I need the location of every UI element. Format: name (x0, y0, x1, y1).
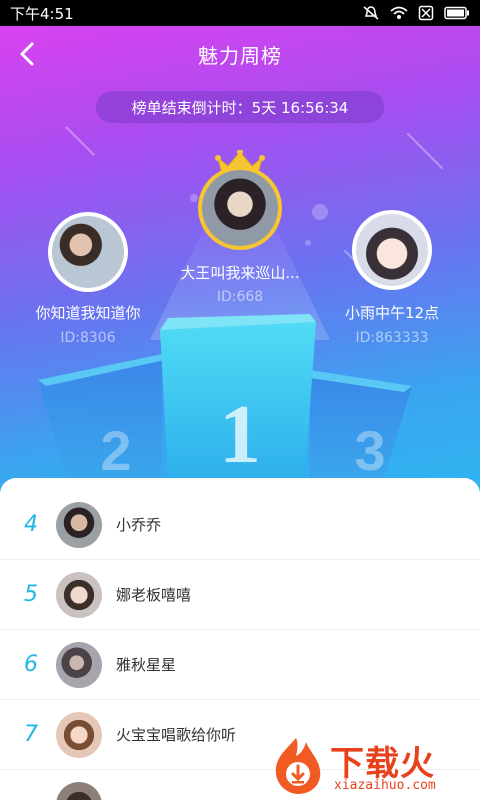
podium-label-2: 2 (100, 419, 131, 482)
top2-id: ID:8306 (60, 330, 116, 346)
top3-name: 小雨中午12点 (344, 304, 440, 322)
sparkle-dot (190, 194, 198, 202)
avatar (56, 711, 102, 758)
top3-avatar-photo (356, 214, 428, 286)
sparkle-line (65, 126, 95, 156)
battery-icon (444, 6, 469, 20)
watermark: 下载火 xiazaihuo.com (266, 734, 476, 796)
list-name: 娜老板嘻嘻 (116, 586, 192, 604)
watermark-url: xiazaihuo.com (334, 778, 436, 793)
list-item[interactable]: 5 娜老板嘻嘻 (0, 560, 480, 630)
status-time: 下午4:51 (10, 4, 74, 23)
sparkle-line (406, 132, 444, 170)
top3-avatar[interactable] (352, 210, 432, 290)
header-bar: 魅力周榜 (0, 26, 480, 82)
top2-avatar[interactable] (48, 212, 128, 292)
top2-avatar-photo (52, 216, 124, 288)
list-name: 雅秋星星 (116, 656, 177, 674)
avatar (56, 782, 102, 800)
list-name: 火宝宝唱歌给你听 (116, 726, 237, 744)
top1-name: 大王叫我来巡山... (180, 264, 300, 282)
flame-logo-icon (275, 738, 321, 794)
page-title: 魅力周榜 (198, 43, 282, 68)
mute-icon (363, 6, 379, 20)
status-bar: 下午4:51 (0, 0, 480, 26)
list-item[interactable]: 4 小乔乔 (0, 490, 480, 560)
top2-name: 你知道我知道你 (35, 304, 141, 322)
top1-id: ID:668 (216, 289, 264, 305)
list-item[interactable]: 6 雅秋星星 (0, 630, 480, 700)
back-arrow-icon[interactable] (12, 38, 44, 70)
avatar (56, 501, 102, 548)
countdown-text: 榜单结束倒计时：5天 16:56:34 (131, 98, 349, 117)
no-sim-icon (418, 5, 434, 21)
avatar (56, 571, 102, 618)
sparkle-dot (312, 204, 328, 220)
list-rank: 4 (24, 512, 38, 537)
list-rank: 6 (24, 652, 38, 677)
top1-avatar[interactable] (198, 166, 282, 250)
countdown-banner: 榜单结束倒计时：5天 16:56:34 (96, 91, 384, 123)
list-rank: 7 (24, 722, 38, 747)
list-rank: 5 (24, 582, 38, 607)
avatar (56, 641, 102, 688)
podium-label-1: 1 (219, 388, 261, 481)
top1-avatar-photo (202, 170, 278, 246)
top3-id: ID:863333 (355, 330, 429, 346)
list-name: 小乔乔 (116, 516, 162, 534)
wifi-icon (390, 6, 408, 19)
podium-label-3: 3 (354, 419, 385, 482)
sparkle-dot (305, 240, 311, 246)
